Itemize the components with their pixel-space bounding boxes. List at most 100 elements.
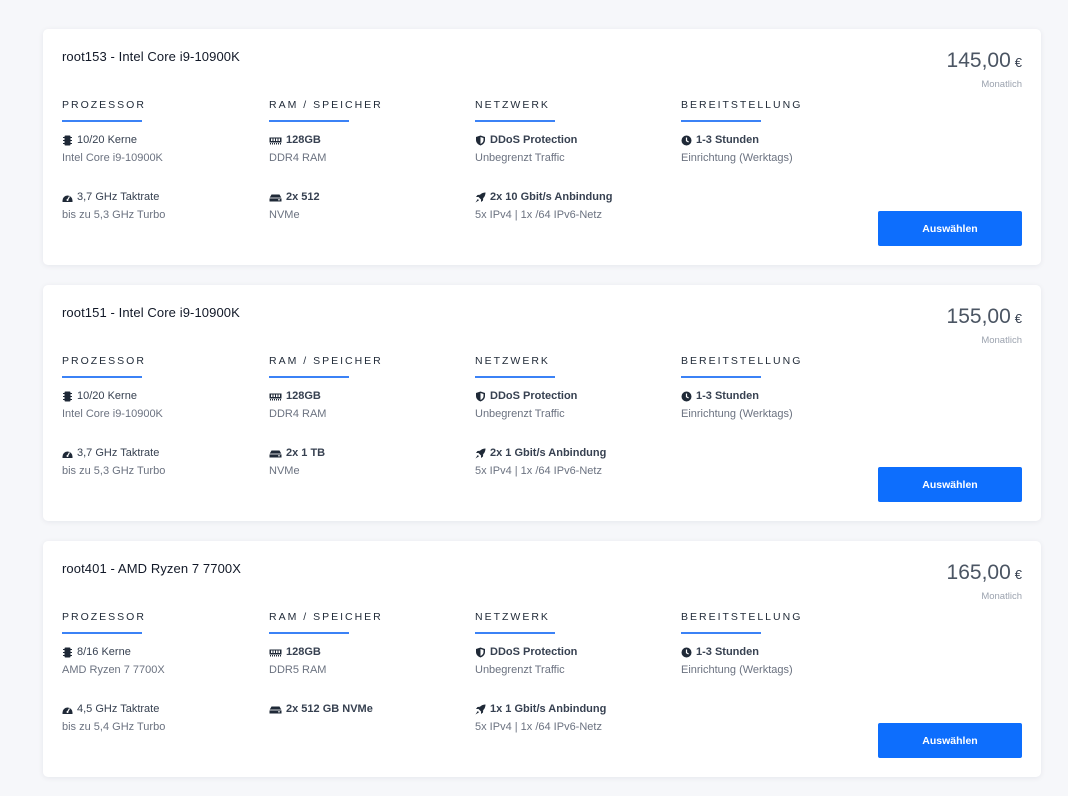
price: 155,00 € [947, 305, 1022, 329]
clock-icon [681, 647, 692, 658]
heading-underline [475, 376, 555, 378]
storage-type: NVMe [269, 465, 300, 477]
clock-icon [681, 135, 692, 146]
storage-value: 2x 512 [286, 191, 320, 203]
ram-heading: RAM / SPEICHER [269, 611, 383, 623]
provisioning-setup: Einrichtung (Werktags) [681, 152, 793, 164]
heading-underline [681, 376, 761, 378]
ip-value: 5x IPv4 | 1x /64 IPv6-Netz [475, 209, 602, 221]
tachometer-icon [62, 192, 73, 203]
ram-column: RAM / SPEICHER 128GB DDR4 RAM 2x 1 TB NV… [269, 355, 469, 501]
server-title: root151 - Intel Core i9-10900K [62, 305, 240, 320]
feature-uplink: 2x 1 Gbit/s Anbindung 5x IPv4 | 1x /64 I… [475, 444, 675, 480]
cores-value: 8/16 Kerne [77, 646, 131, 658]
processor-column: PROZESSOR 10/20 Kerne Intel Core i9-1090… [62, 355, 262, 501]
tachometer-icon [62, 448, 73, 459]
heading-underline [269, 376, 349, 378]
feature-storage: 2x 512 GB NVMe [269, 700, 469, 736]
provisioning-heading: BEREITSTELLUNG [681, 99, 803, 111]
network-heading: NETZWERK [475, 355, 550, 367]
server-card: root153 - Intel Core i9-10900K 145,00 € M… [43, 29, 1041, 265]
server-card: root151 - Intel Core i9-10900K 155,00 € M… [43, 285, 1041, 521]
feature-uplink: 1x 1 Gbit/s Anbindung 5x IPv4 | 1x /64 I… [475, 700, 675, 736]
traffic-value: Unbegrenzt Traffic [475, 152, 565, 164]
billing-period: Monatlich [981, 79, 1022, 90]
ddos-value: DDoS Protection [490, 646, 578, 658]
feature-ddos: DDoS Protection Unbegrenzt Traffic [475, 643, 675, 679]
price-amount: 165,00 [946, 561, 1011, 584]
turbo-value: bis zu 5,4 GHz Turbo [62, 721, 166, 733]
traffic-value: Unbegrenzt Traffic [475, 408, 565, 420]
feature-ddos: DDoS Protection Unbegrenzt Traffic [475, 387, 675, 423]
heading-underline [269, 120, 349, 122]
memory-value: 128GB [286, 134, 321, 146]
feature-memory: 128GB DDR5 RAM [269, 643, 469, 679]
ram-heading: RAM / SPEICHER [269, 99, 383, 111]
hdd-icon [269, 704, 282, 715]
feature-clock: 4,5 GHz Taktrate bis zu 5,4 GHz Turbo [62, 700, 262, 736]
heading-underline [681, 120, 761, 122]
currency-symbol: € [1014, 311, 1022, 326]
processor-heading: PROZESSOR [62, 611, 146, 623]
network-column: NETZWERK DDoS Protection Unbegrenzt Traf… [475, 355, 675, 501]
cores-value: 10/20 Kerne [77, 390, 137, 402]
price-amount: 155,00 [946, 305, 1011, 328]
network-heading: NETZWERK [475, 611, 550, 623]
select-button[interactable]: Auswählen [878, 211, 1022, 246]
ip-value: 5x IPv4 | 1x /64 IPv6-Netz [475, 721, 602, 733]
cpu-model: AMD Ryzen 7 7700X [62, 664, 165, 676]
feature-storage: 2x 1 TB NVMe [269, 444, 469, 480]
server-title: root153 - Intel Core i9-10900K [62, 49, 240, 64]
feature-memory: 128GB DDR4 RAM [269, 387, 469, 423]
heading-underline [269, 632, 349, 634]
hdd-icon [269, 448, 282, 459]
uplink-value: 2x 1 Gbit/s Anbindung [490, 447, 607, 459]
network-column: NETZWERK DDoS Protection Unbegrenzt Traf… [475, 99, 675, 245]
billing-period: Monatlich [981, 591, 1022, 602]
heading-underline [62, 376, 142, 378]
feature-cores: 10/20 Kerne Intel Core i9-10900K [62, 387, 262, 423]
storage-value: 2x 512 GB NVMe [286, 703, 373, 715]
clock-value: 3,7 GHz Taktrate [77, 447, 160, 459]
memory-icon [269, 647, 282, 658]
network-column: NETZWERK DDoS Protection Unbegrenzt Traf… [475, 611, 675, 757]
rocket-icon [475, 448, 486, 459]
provisioning-setup: Einrichtung (Werktags) [681, 408, 793, 420]
billing-period: Monatlich [981, 335, 1022, 346]
memory-icon [269, 135, 282, 146]
turbo-value: bis zu 5,3 GHz Turbo [62, 465, 166, 477]
heading-underline [62, 120, 142, 122]
storage-value: 2x 1 TB [286, 447, 326, 459]
hdd-icon [269, 192, 282, 203]
feature-uplink: 2x 10 Gbit/s Anbindung 5x IPv4 | 1x /64 … [475, 188, 675, 224]
memory-value: 128GB [286, 646, 321, 658]
heading-underline [681, 632, 761, 634]
cpu-model: Intel Core i9-10900K [62, 152, 163, 164]
heading-underline [475, 120, 555, 122]
clock-value: 4,5 GHz Taktrate [77, 703, 160, 715]
ram-column: RAM / SPEICHER 128GB DDR4 RAM 2x 512 NVM… [269, 99, 469, 245]
feature-provisioning: 1-3 Stunden Einrichtung (Werktags) [681, 387, 881, 423]
ram-column: RAM / SPEICHER 128GB DDR5 RAM 2x 512 GB … [269, 611, 469, 757]
ddos-value: DDoS Protection [490, 390, 578, 402]
ram-heading: RAM / SPEICHER [269, 355, 383, 367]
feature-provisioning: 1-3 Stunden Einrichtung (Werktags) [681, 643, 881, 679]
provisioning-column: BEREITSTELLUNG 1-3 Stunden Einrichtung (… [681, 99, 881, 188]
processor-column: PROZESSOR 10/20 Kerne Intel Core i9-1090… [62, 99, 262, 245]
server-list: root153 - Intel Core i9-10900K 145,00 € M… [0, 0, 1068, 796]
cpu-model: Intel Core i9-10900K [62, 408, 163, 420]
provisioning-setup: Einrichtung (Werktags) [681, 664, 793, 676]
cores-value: 10/20 Kerne [77, 134, 137, 146]
shield-icon [475, 135, 486, 146]
shield-icon [475, 647, 486, 658]
microchip-icon [62, 135, 73, 146]
tachometer-icon [62, 704, 73, 715]
heading-underline [475, 632, 555, 634]
select-button[interactable]: Auswählen [878, 723, 1022, 758]
select-button[interactable]: Auswählen [878, 467, 1022, 502]
processor-heading: PROZESSOR [62, 355, 146, 367]
heading-underline [62, 632, 142, 634]
price: 145,00 € [947, 49, 1022, 73]
ip-value: 5x IPv4 | 1x /64 IPv6-Netz [475, 465, 602, 477]
memory-type: DDR4 RAM [269, 152, 327, 164]
